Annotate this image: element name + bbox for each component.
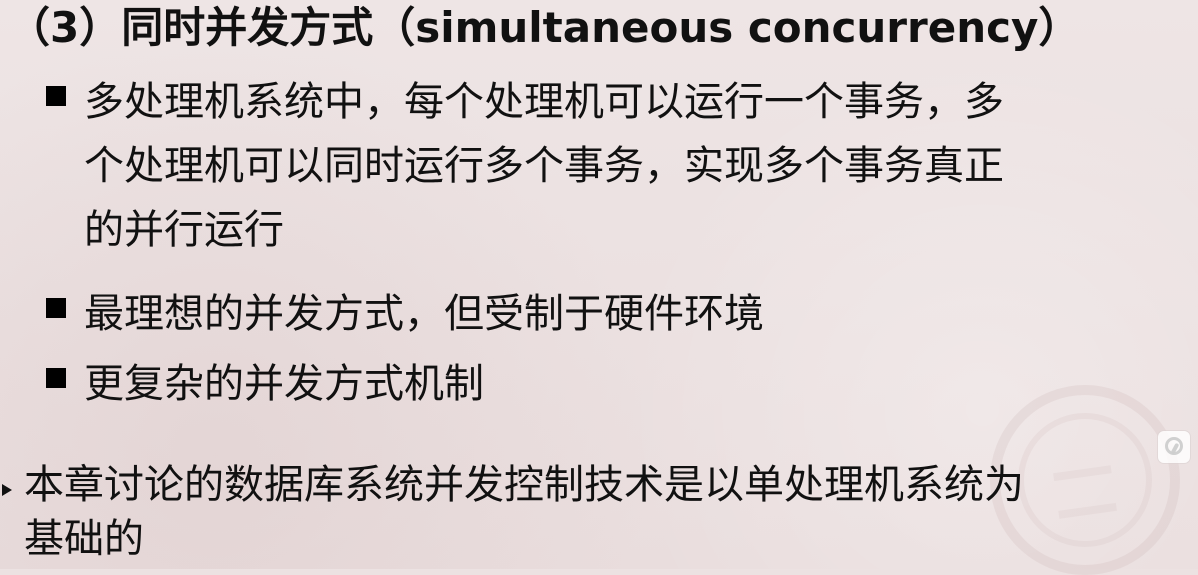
bullet-line: 更复杂的并发方式机制 (84, 361, 484, 407)
slide-heading: （3）同时并发方式（simultaneous concurrency） (8, 3, 1081, 52)
bullet-text: 最理想的并发方式，但受制于硬件环境 (84, 282, 1166, 346)
bullet-line: 多处理机系统中，每个处理机可以运行一个事务，多 (84, 79, 1004, 125)
footer-text: 本章讨论的数据库系统并发控制技术是以单处理机系统为 基础的 (24, 458, 1190, 566)
footer-line: 基础的 (24, 516, 144, 562)
bullet-item: 更复杂的并发方式机制 (46, 352, 1166, 416)
slide-content: （3）同时并发方式（simultaneous concurrency） 多处理机… (0, 0, 1198, 569)
bullet-text: 多处理机系统中，每个处理机可以运行一个事务，多 个处理机可以同时运行多个事务，实… (84, 70, 1166, 262)
bullet-item: 多处理机系统中，每个处理机可以运行一个事务，多 个处理机可以同时运行多个事务，实… (46, 70, 1166, 262)
bullet-item: 最理想的并发方式，但受制于硬件环境 (46, 282, 1166, 346)
square-bullet-icon (46, 86, 66, 106)
bullet-line: 的并行运行 (84, 207, 284, 253)
footer-point: 本章讨论的数据库系统并发控制技术是以单处理机系统为 基础的 (0, 458, 1190, 569)
square-bullet-icon (46, 368, 66, 388)
footer-line: 本章讨论的数据库系统并发控制技术是以单处理机系统为 (24, 462, 1024, 508)
bullet-text: 更复杂的并发方式机制 (84, 352, 1166, 416)
triangle-bullet-icon (2, 484, 12, 496)
square-bullet-icon (46, 298, 66, 318)
bullet-line: 个处理机可以同时运行多个事务，实现多个事务真正 (84, 143, 1004, 189)
bullet-line: 最理想的并发方式，但受制于硬件环境 (84, 291, 764, 337)
